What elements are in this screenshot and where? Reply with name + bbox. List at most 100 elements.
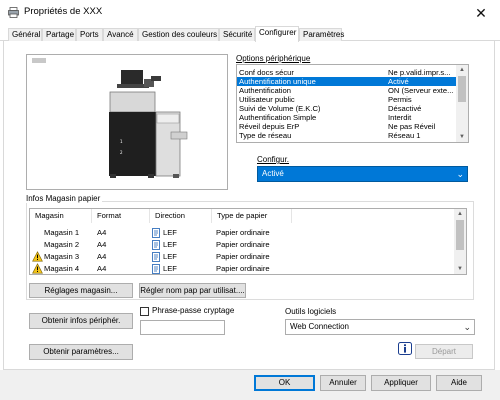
option-key: Authentification bbox=[239, 86, 291, 95]
configur-label-text: Configur. bbox=[257, 155, 290, 164]
tab-sharing[interactable]: Partage bbox=[42, 28, 76, 41]
scroll-down-icon[interactable]: ▼ bbox=[456, 132, 468, 142]
configur-value: Activé bbox=[262, 169, 284, 178]
tray-settings-button[interactable]: Réglages magasin... bbox=[29, 283, 133, 298]
option-row[interactable]: Authentification Simple Interdit bbox=[237, 113, 457, 122]
tab-configure[interactable]: Configurer bbox=[255, 26, 299, 42]
tab-color-management[interactable]: Gestion des couleurs bbox=[138, 28, 219, 41]
scroll-up-icon[interactable]: ▲ bbox=[454, 209, 466, 219]
option-value: Permis bbox=[388, 95, 412, 104]
chevron-down-icon: ⌄ bbox=[463, 322, 471, 332]
device-options-label: Options périphérique bbox=[236, 54, 310, 63]
tab-bar: Général Partage Ports Avancé Gestion des… bbox=[0, 26, 500, 42]
table-row[interactable]: Magasin 1 A4 LEF Papier ordinaire bbox=[30, 227, 455, 239]
option-key: Réveil depuis ErP bbox=[239, 122, 300, 131]
device-options-list[interactable]: Conf docs sécur Ne p.valid.impr.s... Auth… bbox=[236, 64, 469, 143]
table-row[interactable]: Magasin 2 A4 LEF Papier ordinaire bbox=[30, 239, 455, 251]
option-row[interactable]: Réveil depuis ErP Ne pas Réveil bbox=[237, 122, 457, 131]
option-value: Interdit bbox=[388, 113, 412, 122]
passphrase-label: Phrase-passe cryptage bbox=[152, 306, 235, 315]
tray-paper-type: Papier ordinaire bbox=[216, 252, 270, 261]
warning-icon bbox=[32, 251, 43, 262]
option-row[interactable]: Utilisateur public Permis bbox=[237, 95, 457, 104]
device-preview: 1 2 bbox=[26, 54, 228, 190]
option-value: Réseau 1 bbox=[388, 131, 421, 140]
help-button[interactable]: Aide bbox=[436, 375, 482, 391]
option-row[interactable]: Authentification ON (Serveur exte... bbox=[237, 86, 457, 95]
option-key: Conf docs sécur bbox=[239, 68, 294, 77]
apply-button[interactable]: Appliquer bbox=[371, 375, 431, 391]
model-name-placeholder bbox=[32, 58, 46, 63]
tray-direction: LEF bbox=[163, 252, 177, 261]
scroll-down-icon[interactable]: ▼ bbox=[454, 264, 466, 274]
paper-orientation-icon bbox=[152, 264, 160, 274]
paper-orientation-icon bbox=[152, 228, 160, 238]
tab-parameters[interactable]: Paramètres bbox=[299, 28, 344, 41]
get-device-info-button[interactable]: Obtenir infos périphér. bbox=[29, 313, 133, 329]
paper-orientation-icon bbox=[152, 252, 160, 262]
scroll-thumb[interactable] bbox=[458, 76, 466, 102]
tray-name: Magasin 2 bbox=[44, 240, 80, 249]
printer-image-icon: 1 2 bbox=[109, 70, 188, 178]
table-row[interactable]: Magasin 4 A4 LEF Papier ordinaire bbox=[30, 263, 455, 274]
passphrase-input[interactable] bbox=[140, 320, 225, 335]
option-key: Suivi de Volume (E.K.C) bbox=[239, 104, 321, 113]
option-row[interactable]: Type de réseau Réseau 1 bbox=[237, 131, 457, 140]
configur-label: Configur. bbox=[257, 155, 289, 164]
window-title: Propriétés de XXX bbox=[24, 6, 103, 17]
option-key: Utilisateur public bbox=[239, 95, 295, 104]
tray-format: A4 bbox=[97, 264, 107, 273]
warning-icon bbox=[32, 263, 43, 274]
tray-format: A4 bbox=[97, 252, 107, 261]
tray-name: Magasin 4 bbox=[44, 264, 80, 273]
get-settings-button[interactable]: Obtenir paramètres... bbox=[29, 344, 133, 360]
tray-direction: LEF bbox=[163, 228, 177, 237]
option-value: Désactivé bbox=[388, 104, 422, 113]
software-tools-select[interactable]: Web Connection ⌄ bbox=[285, 319, 475, 335]
printer-icon bbox=[8, 7, 19, 18]
start-button[interactable]: Départ bbox=[415, 344, 473, 359]
scroll-thumb[interactable] bbox=[456, 220, 464, 250]
paper-table-scrollbar[interactable]: ▲ ▼ bbox=[454, 209, 466, 274]
option-key: Type de réseau bbox=[239, 131, 292, 140]
col-header-paper-type[interactable]: Type de papier bbox=[212, 209, 292, 223]
tray-direction: LEF bbox=[163, 240, 177, 249]
option-row[interactable]: Suivi de Volume (E.K.C) Désactivé bbox=[237, 104, 457, 113]
configur-select[interactable]: Activé ⌄ bbox=[257, 166, 468, 182]
ok-button[interactable]: OK bbox=[254, 375, 315, 391]
software-tools-value: Web Connection bbox=[290, 322, 349, 331]
col-header-tray[interactable]: Magasin bbox=[30, 209, 92, 223]
tray-name: Magasin 1 bbox=[44, 228, 80, 237]
paper-trays-table[interactable]: Magasin Format Direction Type de papier … bbox=[29, 208, 467, 275]
title-bar: Propriétés de XXX ✕ bbox=[0, 0, 500, 26]
device-options-scrollbar[interactable]: ▲ ▼ bbox=[456, 65, 468, 142]
tray-format: A4 bbox=[97, 240, 107, 249]
option-value: Ne pas Réveil bbox=[388, 122, 436, 131]
close-icon[interactable]: ✕ bbox=[469, 3, 493, 23]
tray-paper-type: Papier ordinaire bbox=[216, 228, 270, 237]
software-tools-label: Outils logiciels bbox=[285, 307, 337, 316]
option-value: Activé bbox=[388, 77, 409, 86]
user-paper-name-button[interactable]: Régler nom pap par utilisat.... bbox=[139, 283, 246, 298]
tray-paper-type: Papier ordinaire bbox=[216, 264, 270, 273]
tray-name: Magasin 3 bbox=[44, 252, 80, 261]
device-options-label-text: Options périphérique bbox=[236, 54, 311, 63]
col-header-format[interactable]: Format bbox=[92, 209, 150, 223]
option-key: Authentification unique bbox=[239, 77, 316, 86]
option-row-selected[interactable]: Authentification unique Activé bbox=[237, 77, 457, 86]
tab-ports[interactable]: Ports bbox=[76, 28, 103, 41]
paper-orientation-icon bbox=[152, 240, 160, 250]
cancel-button[interactable]: Annuler bbox=[320, 375, 366, 391]
table-row[interactable]: Magasin 3 A4 LEF Papier ordinaire bbox=[30, 251, 455, 263]
option-row[interactable]: Conf docs sécur Ne p.valid.impr.s... bbox=[237, 68, 457, 77]
scroll-up-icon[interactable]: ▲ bbox=[456, 65, 468, 75]
option-key: Authentification Simple bbox=[239, 113, 317, 122]
tab-security[interactable]: Sécurité bbox=[219, 28, 255, 41]
col-header-direction[interactable]: Direction bbox=[150, 209, 212, 223]
passphrase-checkbox[interactable] bbox=[140, 307, 149, 316]
tray-direction: LEF bbox=[163, 264, 177, 273]
tray-format: A4 bbox=[97, 228, 107, 237]
tab-advanced[interactable]: Avancé bbox=[103, 28, 138, 41]
tab-general[interactable]: Général bbox=[8, 28, 42, 41]
option-value: Ne p.valid.impr.s... bbox=[388, 68, 451, 77]
